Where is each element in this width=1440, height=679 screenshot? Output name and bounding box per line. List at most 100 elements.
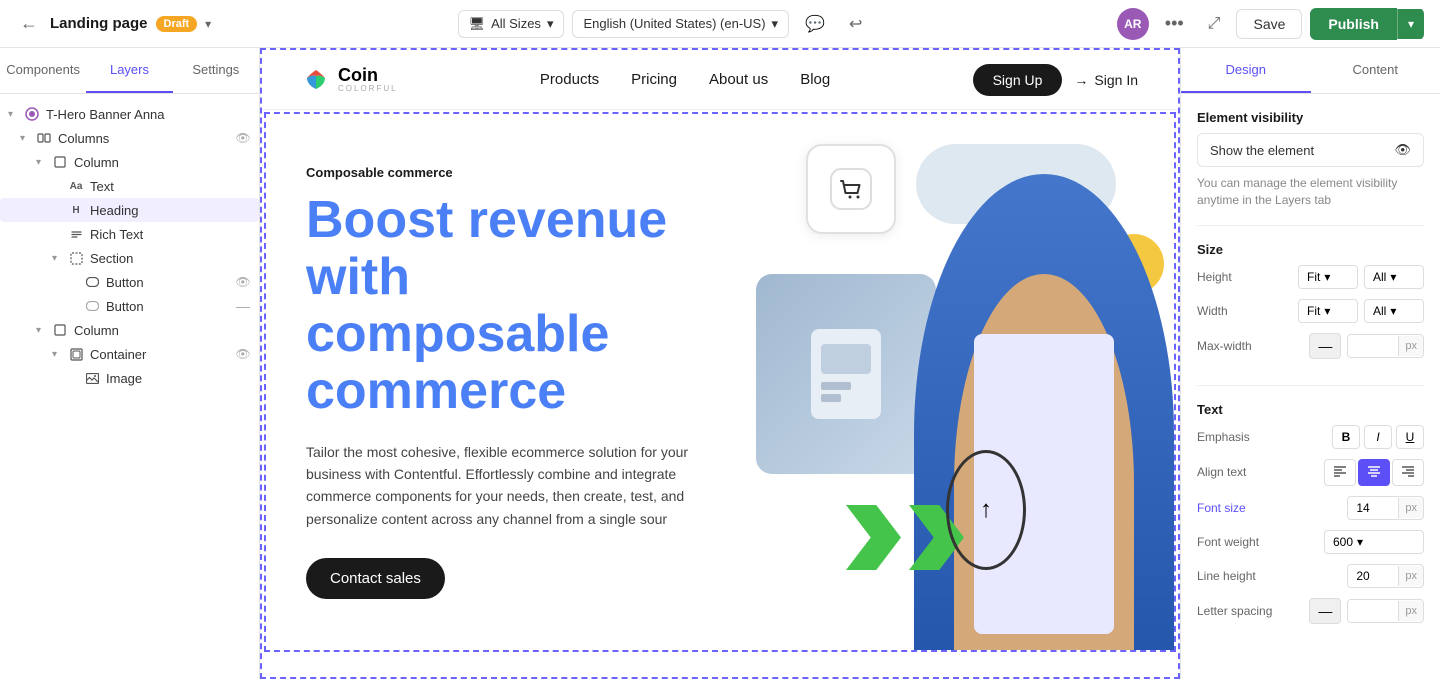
fontweight-property: Font weight 600 ▾ bbox=[1197, 530, 1424, 554]
height-all-select[interactable]: All ▾ bbox=[1364, 265, 1424, 289]
publish-dropdown-button[interactable]: ▾ bbox=[1397, 9, 1424, 39]
lineheight-input-group: px bbox=[1347, 564, 1424, 588]
visibility-icon[interactable]: 👁 bbox=[235, 130, 251, 146]
size-section: Size Height Fit ▾ All ▾ bbox=[1197, 242, 1424, 369]
letterspacing-decrement-button[interactable]: — bbox=[1309, 598, 1341, 624]
caret-icon[interactable]: ▾ bbox=[36, 325, 48, 336]
language-selector[interactable]: English (United States) (en-US) ▾ bbox=[572, 10, 789, 38]
show-element-button[interactable]: Show the element 👁 bbox=[1197, 133, 1424, 167]
button-icon bbox=[84, 274, 100, 290]
float-cart-icon bbox=[806, 144, 896, 234]
layer-button2[interactable]: ▾ Button — bbox=[0, 294, 259, 318]
italic-button[interactable]: I bbox=[1364, 425, 1392, 449]
height-all-value: All bbox=[1373, 270, 1386, 284]
height-value: Fit bbox=[1307, 270, 1320, 284]
show-element-label: Show the element bbox=[1210, 143, 1314, 158]
publish-button[interactable]: Publish bbox=[1310, 8, 1397, 40]
caret-icon[interactable]: ▾ bbox=[52, 349, 64, 360]
lineheight-property: Line height px bbox=[1197, 564, 1424, 588]
width-label: Width bbox=[1197, 304, 1228, 318]
tab-content[interactable]: Content bbox=[1311, 48, 1440, 93]
maxwidth-input[interactable] bbox=[1348, 335, 1398, 357]
logo-tagline: COLORFUL bbox=[338, 84, 398, 93]
fontweight-select[interactable]: 600 ▾ bbox=[1324, 530, 1424, 554]
hero-right: ↑ bbox=[746, 114, 1174, 650]
main-layout: Components Layers Settings ▾ T-Hero Bann… bbox=[0, 48, 1440, 679]
layer-container[interactable]: ▾ Container 👁 bbox=[0, 342, 259, 366]
layer-label: Text bbox=[90, 179, 251, 194]
nav-link-blog[interactable]: Blog bbox=[800, 71, 830, 88]
fontsize-input[interactable] bbox=[1348, 497, 1398, 519]
layer-label: Image bbox=[106, 371, 251, 386]
layer-column1[interactable]: ▾ Column bbox=[0, 150, 259, 174]
layer-column2[interactable]: ▾ Column bbox=[0, 318, 259, 342]
comment-button[interactable]: 💬 bbox=[797, 10, 833, 38]
back-button[interactable]: ← bbox=[16, 9, 42, 38]
page-menu-chevron[interactable]: ▾ bbox=[205, 17, 211, 31]
chevron-down-icon: ▾ bbox=[1390, 304, 1396, 318]
layer-richtext[interactable]: ▾ Rich Text bbox=[0, 222, 259, 246]
height-property: Height Fit ▾ All ▾ bbox=[1197, 265, 1424, 289]
align-controls bbox=[1324, 459, 1424, 486]
tab-components[interactable]: Components bbox=[0, 48, 86, 93]
lineheight-input[interactable] bbox=[1348, 565, 1398, 587]
nav-link-products[interactable]: Products bbox=[540, 71, 599, 88]
more-options-button[interactable]: ••• bbox=[1157, 9, 1192, 38]
chevron-down-icon: ▾ bbox=[1324, 304, 1330, 318]
nav-link-about[interactable]: About us bbox=[709, 71, 768, 88]
caret-icon[interactable]: ▾ bbox=[8, 109, 20, 120]
align-center-button[interactable] bbox=[1358, 459, 1390, 486]
underline-button[interactable]: U bbox=[1396, 425, 1424, 449]
save-button[interactable]: Save bbox=[1236, 9, 1302, 39]
visibility-icon[interactable]: 👁 bbox=[235, 346, 251, 362]
lineheight-unit: px bbox=[1398, 566, 1423, 586]
section-icon bbox=[68, 250, 84, 266]
tab-design[interactable]: Design bbox=[1181, 48, 1311, 93]
nav-link-pricing[interactable]: Pricing bbox=[631, 71, 677, 88]
bold-button[interactable]: B bbox=[1332, 425, 1360, 449]
columns-icon bbox=[36, 130, 52, 146]
nav-logo: Coin COLORFUL bbox=[302, 66, 398, 94]
align-left-button[interactable] bbox=[1324, 459, 1356, 486]
layer-columns[interactable]: ▾ Columns 👁 bbox=[0, 126, 259, 150]
undo-button[interactable]: ↩ bbox=[841, 10, 870, 38]
fontsize-label: Font size bbox=[1197, 501, 1246, 515]
logo-icon bbox=[302, 66, 330, 94]
logo-name: Coin bbox=[338, 66, 398, 84]
layer-heading[interactable]: ▾ H Heading bbox=[0, 198, 259, 222]
width-all-select[interactable]: All ▾ bbox=[1364, 299, 1424, 323]
align-right-button[interactable] bbox=[1392, 459, 1424, 486]
hero-tag: Composable commerce bbox=[306, 165, 706, 180]
size-selector-label: All Sizes bbox=[491, 16, 541, 31]
top-bar-center: 🖥 All Sizes ▾ English (United States) (e… bbox=[223, 10, 1105, 38]
layer-t-hero[interactable]: ▾ T-Hero Banner Anna bbox=[0, 102, 259, 126]
visibility-icon[interactable]: 👁 bbox=[235, 274, 251, 290]
caret-icon[interactable]: ▾ bbox=[52, 253, 64, 264]
layer-label: Button bbox=[106, 275, 235, 290]
layer-image[interactable]: ▾ Image bbox=[0, 366, 259, 390]
layer-text[interactable]: ▾ Aa Text bbox=[0, 174, 259, 198]
signup-button[interactable]: Sign Up bbox=[973, 64, 1063, 96]
letterspacing-input[interactable] bbox=[1348, 600, 1398, 622]
size-section-header: Size bbox=[1197, 242, 1424, 257]
nav-links: Products Pricing About us Blog bbox=[540, 71, 830, 88]
height-value-select[interactable]: Fit ▾ bbox=[1298, 265, 1358, 289]
canvas-area[interactable]: Coin COLORFUL Products Pricing About us … bbox=[260, 48, 1180, 679]
fontsize-property: Font size px bbox=[1197, 496, 1424, 520]
layer-section[interactable]: ▾ Section bbox=[0, 246, 259, 270]
signin-link[interactable]: → Sign In bbox=[1074, 72, 1138, 88]
tab-layers[interactable]: Layers bbox=[86, 48, 172, 93]
width-controls: Fit ▾ All ▾ bbox=[1298, 299, 1424, 323]
richtext-icon bbox=[68, 226, 84, 242]
heading-icon: H bbox=[68, 202, 84, 218]
caret-icon[interactable]: ▾ bbox=[36, 157, 48, 168]
caret-icon[interactable]: ▾ bbox=[20, 133, 32, 144]
contact-sales-button[interactable]: Contact sales bbox=[306, 558, 445, 599]
maxwidth-decrement-button[interactable]: — bbox=[1309, 333, 1341, 359]
size-selector[interactable]: 🖥 All Sizes ▾ bbox=[458, 10, 565, 38]
width-value-select[interactable]: Fit ▾ bbox=[1298, 299, 1358, 323]
external-link-button[interactable]: ⤢ bbox=[1200, 11, 1229, 37]
tab-settings[interactable]: Settings bbox=[173, 48, 259, 93]
hidden-icon[interactable]: — bbox=[235, 298, 251, 314]
layer-button1[interactable]: ▾ Button 👁 bbox=[0, 270, 259, 294]
